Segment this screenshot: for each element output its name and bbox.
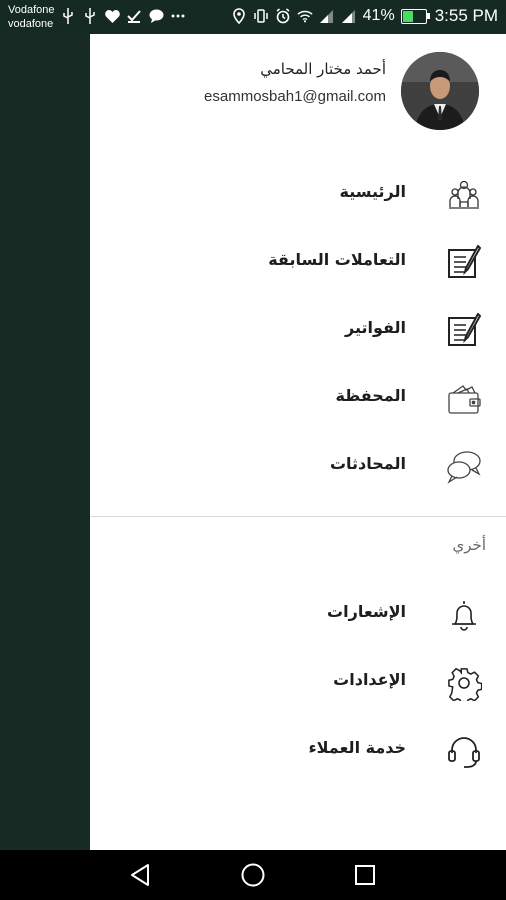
- wifi-icon: [297, 8, 313, 24]
- section-title-other: أخري: [452, 536, 486, 554]
- signal-icon: [319, 8, 335, 24]
- usb-icon: [60, 8, 76, 24]
- headset-icon: [446, 733, 482, 769]
- avatar[interactable]: [401, 52, 479, 130]
- menu-item-label: الإعدادات: [333, 670, 406, 689]
- alarm-icon: [275, 8, 291, 24]
- location-icon: [231, 8, 247, 24]
- menu-item-previous-transactions[interactable]: التعاملات السابقة: [90, 232, 506, 292]
- menu-item-label: خدمة العملاء: [308, 738, 406, 757]
- more-icon: [170, 8, 186, 24]
- menu-item-wallet[interactable]: المحفظة: [90, 368, 506, 428]
- menu-item-settings[interactable]: الإعدادات: [90, 652, 506, 712]
- profile-header[interactable]: أحمد مختار المحامي esammosbah1@gmail.com: [90, 34, 506, 144]
- menu-item-label: المحفظة: [335, 386, 406, 405]
- signal-icon: [341, 8, 357, 24]
- carrier-1: Vodafone: [8, 4, 55, 16]
- invoice-edit-icon: [446, 312, 482, 349]
- menu-item-notifications[interactable]: الإشعارات: [90, 584, 506, 644]
- clock: 3:55 PM: [434, 6, 498, 25]
- system-navigation-bar: [0, 850, 506, 900]
- chat-icon: [446, 449, 482, 485]
- menu-item-label: الرئيسية: [339, 182, 407, 201]
- menu-item-chats[interactable]: المحادثات: [90, 436, 506, 496]
- back-button[interactable]: [128, 862, 154, 888]
- user-email: esammosbah1@gmail.com: [204, 88, 386, 105]
- home-button[interactable]: [240, 862, 266, 888]
- heart-icon: [104, 8, 120, 24]
- navigation-drawer: أحمد مختار المحامي esammosbah1@gmail.com…: [90, 34, 506, 850]
- menu-item-label: الفواتير: [344, 318, 406, 337]
- drawer-scrim[interactable]: [0, 34, 90, 850]
- document-edit-icon: [446, 244, 482, 281]
- notification-icons: [60, 8, 186, 24]
- carrier-labels: Vodafone vodafone: [8, 3, 55, 31]
- home-people-icon: [446, 177, 482, 213]
- chat-bubble-icon: [148, 8, 164, 24]
- battery-charging-icon: [400, 8, 430, 24]
- gear-icon: [446, 665, 483, 705]
- vibrate-icon: [253, 8, 269, 24]
- section-divider: [90, 516, 506, 517]
- download-done-icon: [126, 8, 142, 24]
- usb-icon: [82, 8, 98, 24]
- menu-item-home[interactable]: الرئيسية: [90, 164, 506, 224]
- carrier-2: vodafone: [8, 18, 54, 30]
- menu-item-customer-service[interactable]: خدمة العملاء: [90, 720, 506, 780]
- user-name: أحمد مختار المحامي: [260, 60, 386, 78]
- menu-item-label: المحادثات: [329, 454, 406, 473]
- menu-item-label: التعاملات السابقة: [268, 250, 406, 269]
- recents-button[interactable]: [352, 862, 378, 888]
- menu-item-invoices[interactable]: الفواتير: [90, 300, 506, 360]
- menu-item-label: الإشعارات: [327, 602, 406, 621]
- bell-icon: [446, 597, 482, 633]
- wallet-icon: [446, 381, 482, 417]
- status-bar: Vodafone vodafone 41% 3:55 PM: [0, 0, 506, 34]
- system-icons: 41% 3:55 PM: [231, 6, 498, 26]
- battery-percent: 41%: [362, 7, 395, 24]
